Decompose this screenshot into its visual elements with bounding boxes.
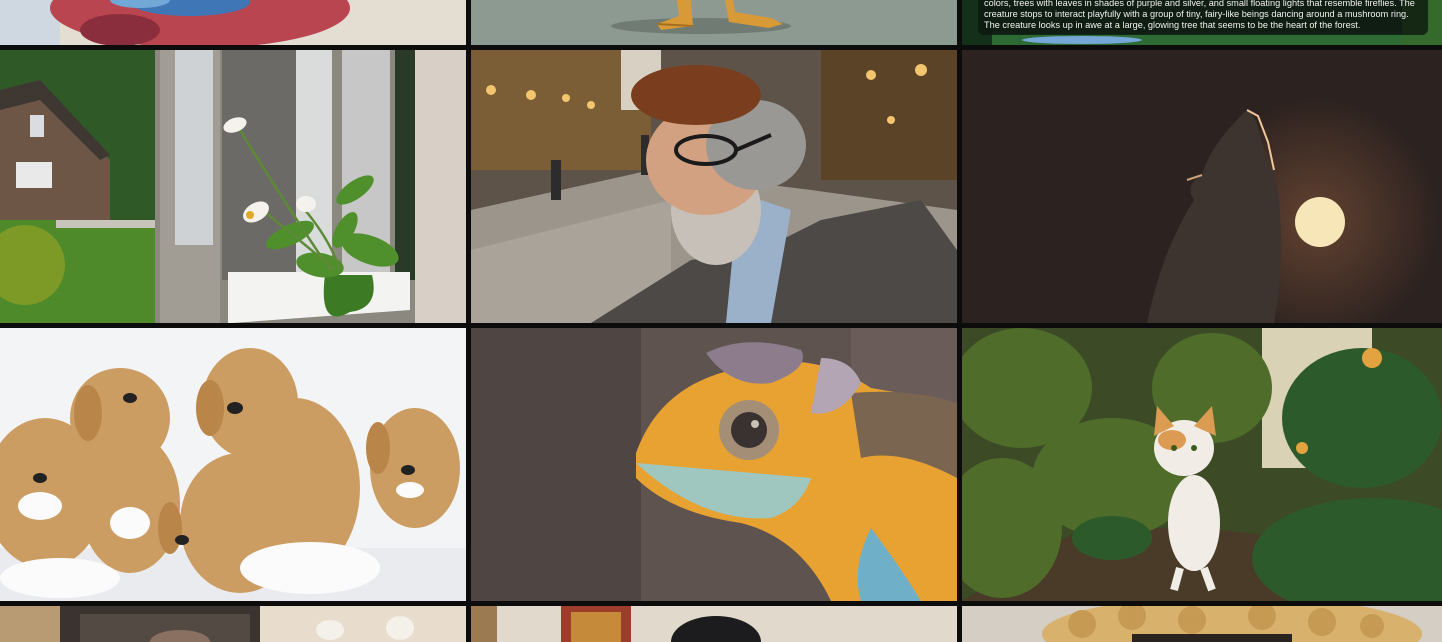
tile-puppies-snow[interactable]: [0, 328, 466, 601]
hair-icon: [962, 606, 1442, 642]
dog-icon: [0, 328, 466, 601]
tile-wolf-moon[interactable]: [962, 50, 1442, 323]
tile-flower-pot[interactable]: [0, 50, 466, 323]
character-icon: [471, 0, 957, 45]
flower-icon: [0, 50, 466, 323]
wolf-icon: [962, 50, 1442, 323]
tile-cat-garden[interactable]: [962, 328, 1442, 601]
kitchen-icon: [0, 606, 466, 642]
person-icon: [471, 50, 957, 323]
tile-person-indoors[interactable]: [471, 606, 957, 642]
person-icon: [471, 606, 957, 642]
tile-curly-hair[interactable]: [962, 606, 1442, 642]
tile-chameleon[interactable]: [471, 328, 957, 601]
tile-cartoon-feet[interactable]: [471, 0, 957, 45]
bird-icon: [0, 0, 466, 45]
tile-bearded-man[interactable]: [471, 50, 957, 323]
tile-fantasy-forest[interactable]: colors, trees with leaves in shades of p…: [962, 0, 1442, 45]
lizard-icon: [471, 328, 957, 601]
cat-icon: [962, 328, 1442, 601]
tile-bird[interactable]: [0, 0, 466, 45]
video-caption: colors, trees with leaves in shades of p…: [978, 0, 1428, 35]
tile-kitchen[interactable]: [0, 606, 466, 642]
